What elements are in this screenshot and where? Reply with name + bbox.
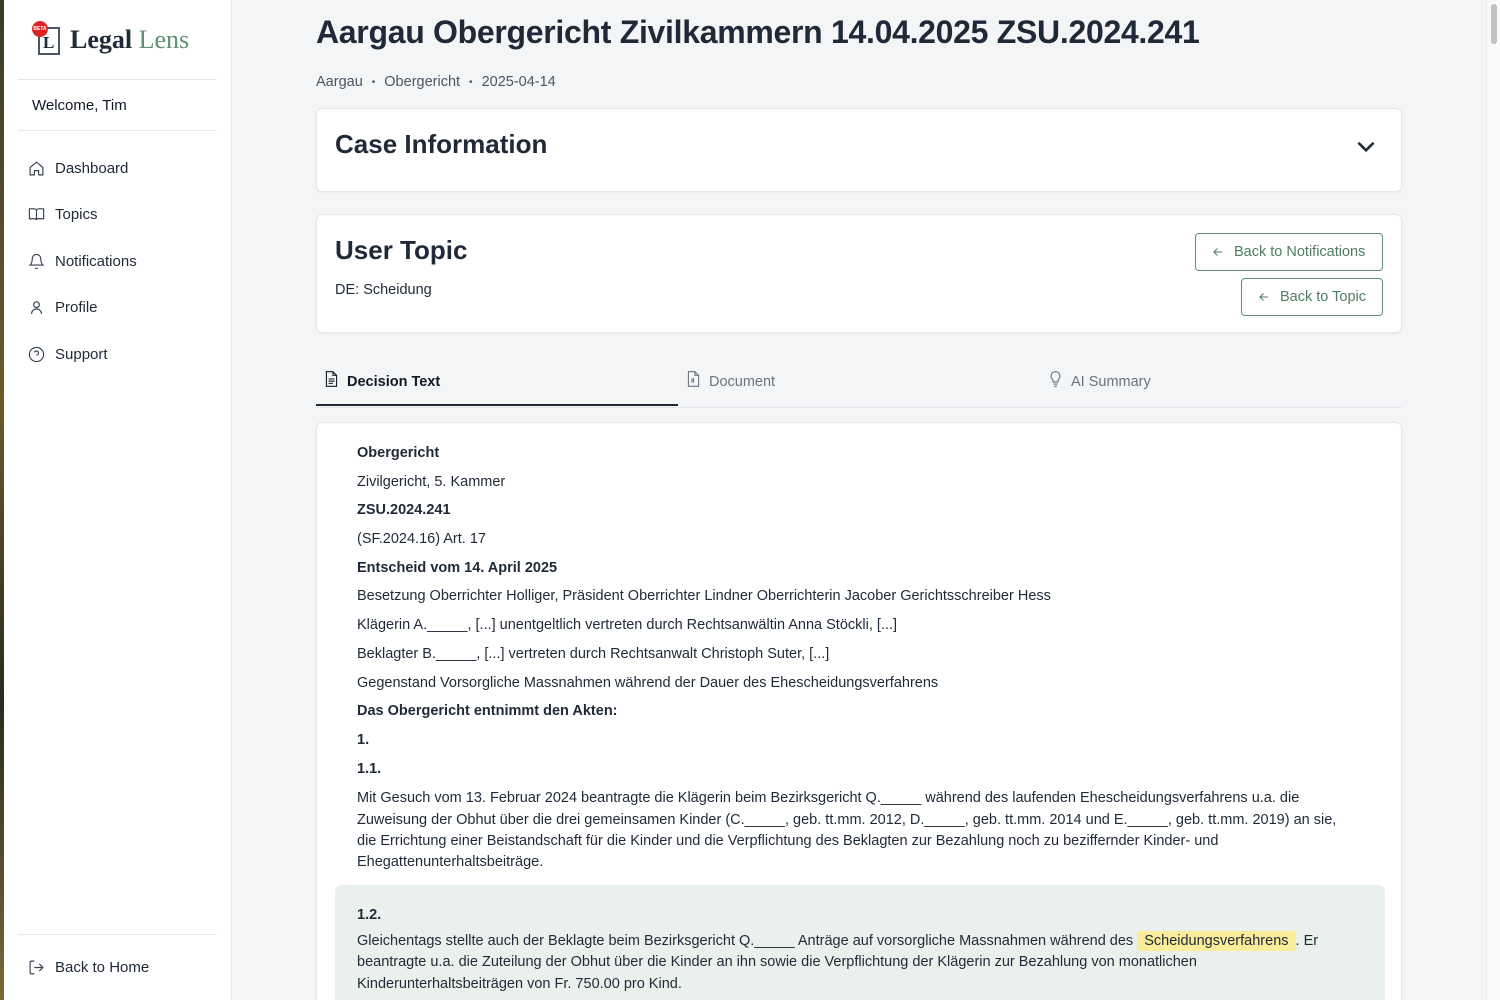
- user-topic-value: DE: Scheidung: [335, 282, 432, 298]
- book-icon: [28, 208, 45, 221]
- back-to-notifications-label: Back to Notifications: [1234, 244, 1366, 260]
- logo-letter: L: [43, 32, 55, 52]
- highlighted-passage-body: 1.2. Gleichentags stellte auch der Bekla…: [357, 907, 1357, 995]
- sidebar-item-profile[interactable]: Profile: [4, 285, 231, 332]
- sidebar-item-label: Topics: [55, 206, 98, 224]
- decision-chamber: Zivilgericht, 5. Kammer: [357, 473, 506, 490]
- home-icon: [29, 161, 44, 176]
- breadcrumb: Aargau • Obergericht • 2025-04-14: [316, 74, 556, 90]
- welcome-message: Welcome, Tim: [18, 80, 217, 131]
- logo-word-lens: Lens: [138, 24, 190, 54]
- tab-document[interactable]: Document: [686, 356, 775, 407]
- case-information-card[interactable]: Case Information: [316, 108, 1402, 192]
- decision-reference: (SF.2024.16) Art. 17: [357, 531, 486, 548]
- beta-badge: BETA: [32, 20, 48, 37]
- user-topic-card: User Topic DE: Scheidung Back to Notific…: [316, 214, 1402, 333]
- decision-court: Obergericht: [357, 445, 440, 461]
- sidebar-nav: Dashboard Topics Notifications Profile S…: [4, 131, 231, 378]
- breadcrumb-date: 2025-04-14: [481, 74, 556, 90]
- arrow-left-icon: [1259, 293, 1269, 301]
- tab-label: Document: [709, 373, 776, 390]
- arrow-left-icon: [1213, 248, 1223, 256]
- sidebar-item-support[interactable]: Support: [4, 331, 231, 378]
- file-icon: [687, 370, 700, 387]
- breadcrumb-court: Obergericht: [384, 74, 461, 90]
- back-to-home-link[interactable]: Back to Home: [18, 934, 217, 1000]
- logo-icon: L BETA: [32, 20, 66, 59]
- decision-paragraph-1-2: Gleichentags stellte auch der Beklagte b…: [357, 931, 1357, 995]
- keyword-highlight: Scheidungsverfahrens: [1137, 931, 1296, 951]
- sidebar-item-topics[interactable]: Topics: [4, 192, 231, 239]
- back-to-notifications-button[interactable]: Back to Notifications: [1195, 233, 1383, 271]
- page-title: Aargau Obergericht Zivilkammern 14.04.20…: [316, 14, 1200, 50]
- decision-section-1-2: 1.2.: [357, 907, 382, 923]
- decision-text-body: Obergericht Zivilgericht, 5. Kammer ZSU.…: [357, 441, 1367, 873]
- decision-section-heading: Das Obergericht entnimmt den Akten:: [357, 703, 618, 720]
- logo-word-legal: Legal: [70, 24, 133, 54]
- app-logo[interactable]: L BETA Legal Lens: [18, 0, 217, 80]
- decision-subject: Gegenstand Vorsorgliche Massnahmen währe…: [357, 674, 939, 691]
- scrollbar-thumb[interactable]: [1491, 4, 1497, 44]
- sidebar-item-label: Support: [55, 345, 108, 363]
- help-circle-icon: [28, 346, 45, 362]
- decision-case-number: ZSU.2024.241: [357, 502, 451, 519]
- decision-section-1: 1.: [357, 731, 370, 748]
- breadcrumb-separator: •: [469, 76, 473, 88]
- logo-text: Legal Lens: [70, 25, 189, 55]
- log-out-icon: [29, 960, 44, 975]
- file-text-icon: [325, 370, 338, 387]
- active-tab-indicator: [316, 404, 678, 406]
- decision-paragraph-1-1: Mit Gesuch vom 13. Februar 2024 beantrag…: [357, 790, 1337, 871]
- decision-date: Entscheid vom 14. April 2025: [357, 559, 558, 576]
- case-information-title: Case Information: [335, 129, 548, 159]
- sidebar: L BETA Legal Lens Welcome, Tim Dashboard…: [4, 0, 232, 1000]
- decision-text-panel: Obergericht Zivilgericht, 5. Kammer ZSU.…: [316, 422, 1402, 1000]
- sidebar-item-label: Notifications: [55, 252, 137, 270]
- back-to-topic-button[interactable]: Back to Topic: [1241, 278, 1383, 316]
- decision-plaintiff: Klägerin A._____, [...] unentgeltlich ve…: [357, 617, 898, 634]
- user-topic-title: User Topic: [335, 235, 468, 265]
- sidebar-item-notifications[interactable]: Notifications: [4, 238, 231, 285]
- decision-defendant: Beklagter B._____, [...] vertreten durch…: [357, 645, 830, 662]
- decision-section-1-1: 1.1.: [357, 760, 382, 777]
- lightbulb-icon: [1050, 370, 1061, 387]
- breadcrumb-canton: Aargau: [316, 74, 363, 90]
- paragraph-text-before: Gleichentags stellte auch der Beklagte b…: [357, 933, 1138, 949]
- tab-label: Decision Text: [347, 373, 441, 390]
- page-scrollbar[interactable]: [1486, 0, 1500, 1000]
- bell-icon: [28, 253, 45, 269]
- user-icon: [30, 301, 43, 315]
- tab-label: AI Summary: [1071, 373, 1151, 390]
- sidebar-item-dashboard[interactable]: Dashboard: [4, 145, 231, 192]
- tab-decision-text[interactable]: Decision Text: [324, 356, 440, 407]
- tab-bar: Decision Text Document AI Summary: [316, 356, 1402, 408]
- decision-composition: Besetzung Oberrichter Holliger, Präsiden…: [357, 588, 1051, 605]
- sidebar-item-label: Profile: [55, 299, 98, 317]
- highlighted-passage: 1.2. Gleichentags stellte auch der Bekla…: [335, 885, 1385, 1000]
- sidebar-item-label: Dashboard: [55, 159, 129, 177]
- breadcrumb-separator: •: [371, 76, 376, 88]
- chevron-down-icon[interactable]: [1353, 133, 1379, 159]
- back-to-topic-label: Back to Topic: [1280, 289, 1366, 305]
- tab-ai-summary[interactable]: AI Summary: [1048, 356, 1151, 407]
- back-to-home-label: Back to Home: [55, 959, 150, 976]
